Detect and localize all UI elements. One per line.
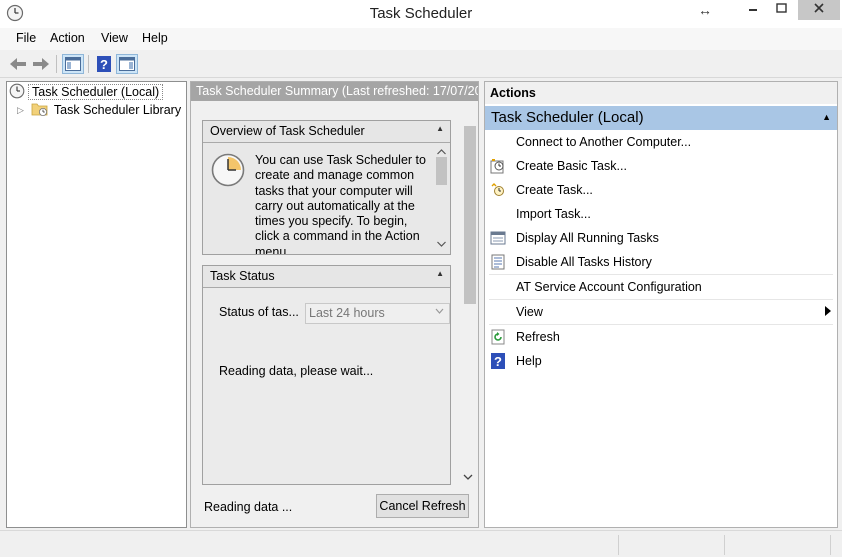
action-at-service-account-configuration[interactable]: AT Service Account Configuration <box>485 275 837 299</box>
action-label: AT Service Account Configuration <box>516 280 702 294</box>
overview-section: Overview of Task Scheduler ▲ You can use… <box>202 120 451 255</box>
forward-arrow-icon[interactable] <box>30 54 52 74</box>
create-basic-task-icon <box>490 158 506 174</box>
create-task-icon <box>490 182 506 198</box>
clock-icon <box>9 83 25 102</box>
toolbar: ? <box>0 50 842 78</box>
actions-group-header[interactable]: Task Scheduler (Local) ▲ <box>485 106 837 130</box>
action-import-task[interactable]: Import Task... <box>485 202 837 226</box>
action-label: Import Task... <box>516 207 591 221</box>
status-bar-divider <box>830 535 831 555</box>
status-loading-text: Reading data, please wait... <box>219 364 374 378</box>
task-status-section: Task Status ▲ Status of tas... Last 24 h… <box>202 265 451 485</box>
cancel-refresh-button[interactable]: Cancel Refresh <box>376 494 469 518</box>
action-create-task[interactable]: Create Task... <box>485 178 837 202</box>
resize-icon: ↔ <box>698 2 712 18</box>
submenu-arrow-icon <box>825 306 831 318</box>
collapse-up-icon[interactable]: ▲ <box>436 124 444 133</box>
status-bar <box>0 530 842 557</box>
svg-text:?: ? <box>494 354 502 369</box>
menu-view[interactable]: View <box>101 31 128 45</box>
minimize-button[interactable] <box>740 0 766 20</box>
action-label: Display All Running Tasks <box>516 231 659 245</box>
action-label: Create Basic Task... <box>516 159 627 173</box>
help-icon[interactable]: ? <box>93 54 115 74</box>
menu-file[interactable]: File <box>16 31 36 45</box>
action-display-all-running-tasks[interactable]: Display All Running Tasks <box>485 226 837 250</box>
tree-item-task-scheduler-library[interactable]: ▷ Task Scheduler Library <box>17 101 181 119</box>
action-label: Disable All Tasks History <box>516 255 652 269</box>
status-filter-label: Status of tas... <box>219 305 299 319</box>
collapse-up-icon[interactable]: ▲ <box>436 269 444 278</box>
close-button[interactable] <box>798 0 840 20</box>
show-hide-action-pane-icon[interactable] <box>116 54 138 74</box>
folder-clock-icon <box>31 101 49 120</box>
overview-section-header[interactable]: Overview of Task Scheduler ▲ <box>203 121 450 143</box>
collapse-up-icon[interactable]: ▲ <box>822 112 831 122</box>
toolbar-separator <box>88 55 89 73</box>
tree-item-label: Task Scheduler (Local) <box>28 84 164 100</box>
actions-group-title: Task Scheduler (Local) <box>491 109 644 126</box>
action-refresh[interactable]: Refresh <box>485 325 837 349</box>
footer-loading-text: Reading data ... <box>204 500 293 514</box>
back-arrow-icon[interactable] <box>7 54 29 74</box>
action-label: View <box>516 305 543 319</box>
actions-header: Actions <box>485 82 837 104</box>
action-connect-to-another-computer[interactable]: Connect to Another Computer... <box>485 130 837 154</box>
overview-body: You can use Task Scheduler to create and… <box>203 143 450 254</box>
chevron-down-icon <box>435 306 444 317</box>
show-hide-console-tree-icon[interactable] <box>62 54 84 74</box>
action-help[interactable]: ? Help <box>485 349 837 373</box>
scroll-down-icon[interactable] <box>463 472 473 483</box>
action-label: Refresh <box>516 330 560 344</box>
status-bar-divider <box>724 535 725 555</box>
running-tasks-icon <box>490 230 506 246</box>
expand-arrow-icon[interactable]: ▷ <box>17 105 24 116</box>
menu-bar: File Action View Help <box>0 28 842 50</box>
menu-action[interactable]: Action <box>50 31 85 45</box>
summary-header: Task Scheduler Summary (Last refreshed: … <box>191 82 478 101</box>
summary-pane: Task Scheduler Summary (Last refreshed: … <box>190 81 479 528</box>
title-bar: Task Scheduler ↔ <box>0 0 842 28</box>
task-status-section-header[interactable]: Task Status ▲ <box>203 266 450 288</box>
toolbar-separator <box>56 55 57 73</box>
overview-text: You can use Task Scheduler to create and… <box>255 153 426 254</box>
action-disable-all-tasks-history[interactable]: Disable All Tasks History <box>485 250 837 274</box>
action-view[interactable]: View <box>485 300 837 324</box>
select-value: Last 24 hours <box>309 306 385 320</box>
section-title: Task Status <box>210 269 275 283</box>
clock-icon <box>211 153 245 190</box>
console-tree: Task Scheduler (Local) ▷ Task Scheduler … <box>6 81 187 528</box>
menu-help[interactable]: Help <box>142 31 168 45</box>
status-period-select[interactable]: Last 24 hours <box>305 303 450 324</box>
tasks-history-icon <box>490 254 506 270</box>
action-label: Help <box>516 354 542 368</box>
maximize-button[interactable] <box>768 0 794 20</box>
action-create-basic-task[interactable]: Create Basic Task... <box>485 154 837 178</box>
status-bar-divider <box>618 535 619 555</box>
section-title: Overview of Task Scheduler <box>210 124 365 138</box>
scrollbar-thumb[interactable] <box>464 126 476 304</box>
actions-pane: Actions Task Scheduler (Local) ▲ Connect… <box>484 81 838 528</box>
refresh-icon <box>490 329 506 345</box>
action-label: Create Task... <box>516 183 593 197</box>
tree-item-label: Task Scheduler Library <box>53 103 182 117</box>
help-icon: ? <box>490 353 506 369</box>
scrollbar-thumb[interactable] <box>436 157 447 185</box>
action-label: Connect to Another Computer... <box>516 135 692 149</box>
tree-item-task-scheduler-local[interactable]: Task Scheduler (Local) <box>9 83 164 102</box>
svg-text:?: ? <box>100 57 108 72</box>
